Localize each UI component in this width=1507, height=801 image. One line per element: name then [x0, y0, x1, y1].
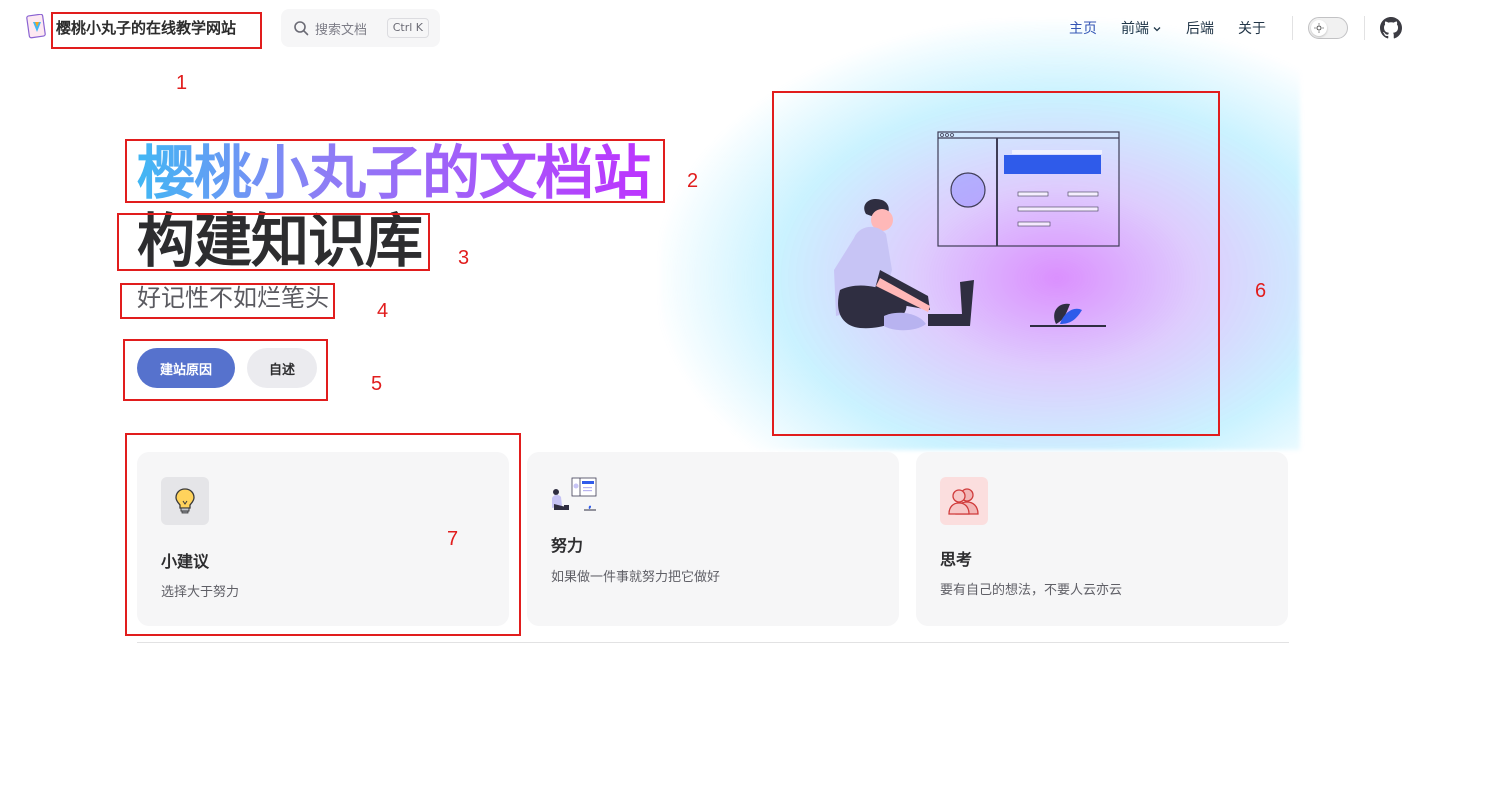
hero-tagline: 好记性不如烂笔头 — [137, 284, 329, 312]
feature-details: 如果做一件事就努力把它做好 — [551, 570, 721, 585]
site-logo-link[interactable]: 樱桃小丸子的在线教学网站 — [26, 14, 236, 40]
feature-title: 小建议 — [161, 552, 210, 571]
search-shortcut-key: Ctrl K — [386, 18, 429, 38]
hero-illustration — [834, 131, 1120, 331]
person-laptop-illustration-icon — [552, 477, 597, 511]
site-title: 樱桃小丸子的在线教学网站 — [56, 18, 237, 37]
annotation-number: 1 — [176, 72, 188, 94]
logo-icon — [26, 14, 46, 39]
sun-icon — [1314, 23, 1324, 33]
lightbulb-icon — [175, 488, 195, 514]
search-placeholder: 搜索文档 — [315, 22, 368, 38]
feature-details: 选择大于努力 — [161, 585, 240, 600]
hero-name: 樱桃小丸子的文档站 — [137, 139, 651, 207]
hero-text: 构建知识库 — [137, 207, 423, 275]
annotation-number: 2 — [687, 170, 699, 192]
search-icon — [294, 21, 309, 36]
content-divider — [137, 642, 1289, 643]
hero-action-button-alt[interactable]: 自述 — [247, 348, 317, 388]
annotation-number: 6 — [1255, 280, 1267, 302]
search-button[interactable]: 搜索文档 Ctrl K — [281, 9, 440, 47]
nav-divider — [1364, 16, 1365, 40]
feature-card-thinking[interactable]: 思考 要有自己的想法，不要人云亦云 — [916, 452, 1288, 626]
hero-action-button-brand[interactable]: 建站原因 — [137, 348, 235, 388]
feature-details: 要有自己的想法，不要人云亦云 — [940, 583, 1123, 598]
annotation-number: 7 — [447, 528, 459, 550]
feature-icon-box — [161, 477, 209, 525]
toggle-knob — [1311, 20, 1327, 36]
people-icon — [948, 488, 979, 515]
feature-card-effort[interactable]: 努力 如果做一件事就努力把它做好 — [527, 452, 899, 626]
feature-title: 思考 — [940, 550, 973, 569]
annotation-number: 3 — [458, 247, 470, 269]
feature-title: 努力 — [551, 536, 584, 555]
annotation-number: 5 — [371, 373, 383, 395]
feature-icon-box — [940, 477, 988, 525]
appearance-toggle[interactable] — [1308, 17, 1348, 39]
github-icon[interactable] — [1380, 17, 1402, 39]
annotation-number: 4 — [377, 300, 389, 322]
